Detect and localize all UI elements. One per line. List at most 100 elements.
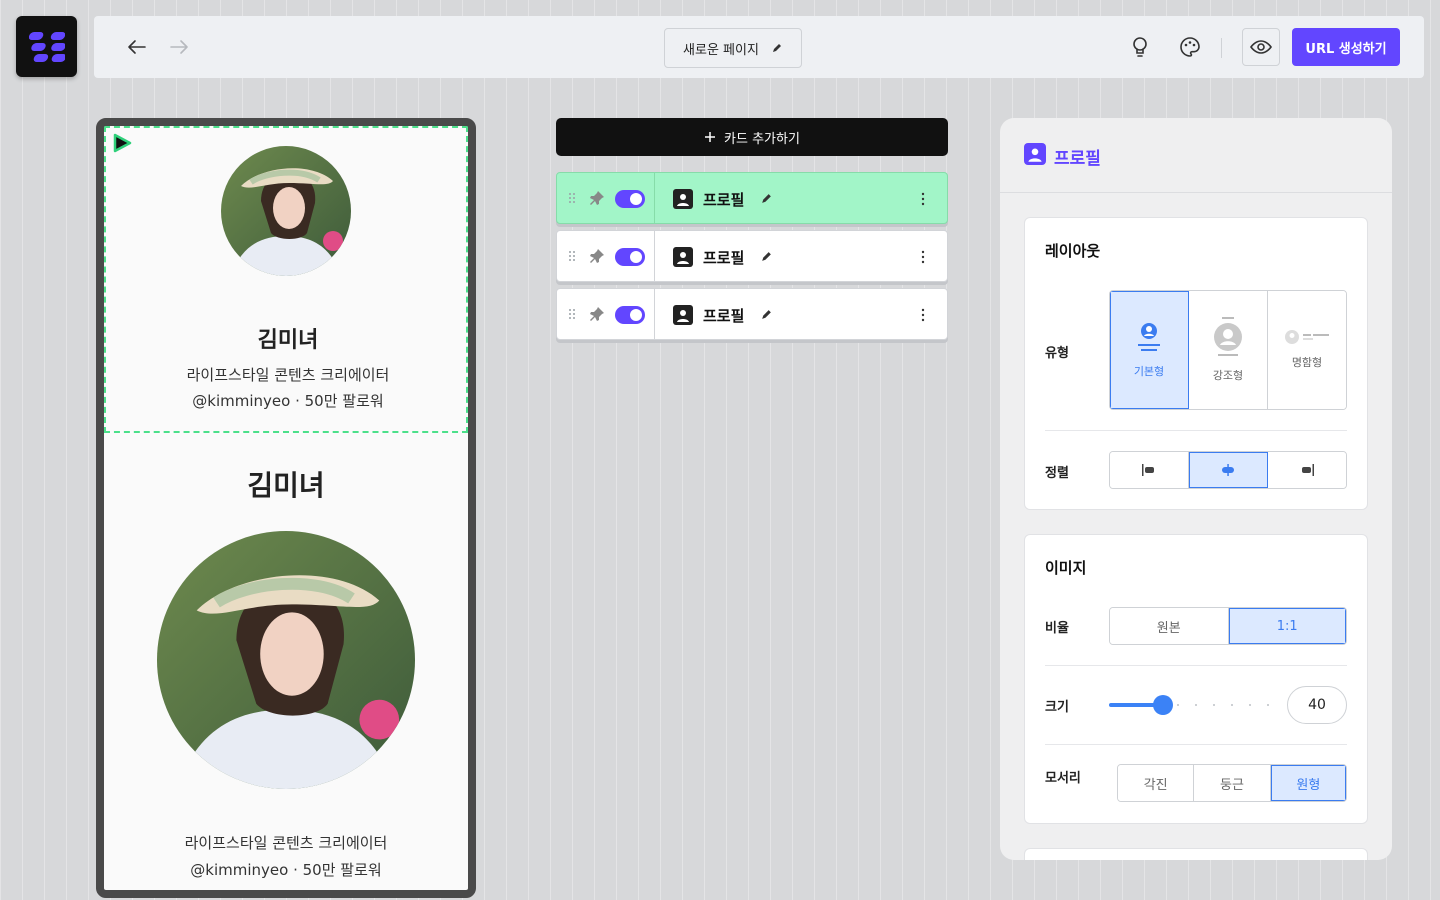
- slider-thumb[interactable]: [1153, 695, 1173, 715]
- app-logo[interactable]: [16, 16, 77, 77]
- align-right-button[interactable]: [1268, 452, 1346, 488]
- pencil-icon[interactable]: [760, 308, 773, 321]
- align-center-icon: [1222, 464, 1234, 476]
- lightbulb-button[interactable]: [1126, 33, 1154, 61]
- drag-handle-icon[interactable]: [568, 250, 576, 262]
- preview-button[interactable]: [1242, 28, 1280, 66]
- section-title: 레이아웃: [1045, 242, 1101, 260]
- emphasis-layout-icon: [1214, 317, 1242, 356]
- align-label: 정렬: [1045, 466, 1069, 481]
- drag-handle-icon[interactable]: [568, 192, 576, 204]
- eye-icon: [1250, 40, 1272, 54]
- ratio-option-original[interactable]: 원본: [1110, 608, 1229, 644]
- arrow-right-icon: [170, 40, 188, 54]
- size-value-input[interactable]: 40: [1287, 686, 1347, 724]
- corner-option-square[interactable]: 각진: [1118, 765, 1195, 801]
- palette-button[interactable]: [1176, 33, 1204, 61]
- preview-handle: @kimminyeo · 50만 팔로워: [190, 861, 382, 879]
- divider: [1045, 430, 1347, 431]
- visibility-toggle[interactable]: [615, 190, 645, 208]
- preview-profile-card-selected[interactable]: 김미녀 라이프스타일 콘텐츠 크리에이터 @kimminyeo · 50만 팔로…: [104, 126, 468, 433]
- profile-icon: [673, 189, 693, 209]
- card-item[interactable]: 프로필: [556, 230, 948, 282]
- pencil-icon[interactable]: [760, 250, 773, 263]
- card-item[interactable]: 프로필: [556, 172, 948, 224]
- profile-photo: [157, 531, 415, 789]
- add-card-button[interactable]: 카드 추가하기: [556, 118, 948, 156]
- profile-icon: [1024, 143, 1046, 165]
- layout-option-emphasis[interactable]: 강조형: [1189, 291, 1268, 409]
- image-section: 이미지 비율 원본 1:1 크기 40 모서리 각진 둥근 원형: [1024, 534, 1368, 824]
- size-slider[interactable]: [1109, 695, 1275, 715]
- preview-name: 김미녀: [257, 328, 319, 353]
- divider: [1045, 665, 1347, 666]
- card-controls: [557, 231, 655, 281]
- page-title: 새로운 페이지: [683, 42, 759, 58]
- corner-option-rounded[interactable]: 둥근: [1194, 765, 1271, 801]
- page-title-field[interactable]: 새로운 페이지: [664, 28, 802, 68]
- visibility-toggle[interactable]: [615, 248, 645, 266]
- corner-selector: 각진 둥근 원형: [1117, 764, 1347, 802]
- more-vertical-icon[interactable]: [917, 247, 929, 267]
- profile-icon: [673, 305, 693, 325]
- card-item[interactable]: 프로필: [556, 288, 948, 340]
- generate-url-button[interactable]: URL 생성하기: [1292, 28, 1400, 66]
- corner-option-circle[interactable]: 원형: [1270, 765, 1346, 801]
- logo-icon: [28, 31, 65, 62]
- size-label: 크기: [1045, 700, 1069, 715]
- plus-icon: [705, 132, 716, 142]
- pencil-icon: [772, 44, 781, 52]
- corner-label: 모서리: [1045, 771, 1081, 786]
- pencil-icon[interactable]: [760, 192, 773, 205]
- ratio-option-square[interactable]: 1:1: [1228, 608, 1346, 644]
- preview-name: 김미녀: [247, 469, 325, 502]
- panel-header: 프로필: [1000, 118, 1392, 193]
- drag-handle-icon[interactable]: [568, 308, 576, 320]
- align-center-button[interactable]: [1189, 452, 1268, 488]
- avatar: [221, 146, 351, 276]
- card-label: 프로필: [703, 249, 745, 267]
- avatar: [157, 531, 415, 789]
- visibility-toggle[interactable]: [615, 306, 645, 324]
- lightbulb-icon: [1133, 37, 1147, 57]
- card-controls: [557, 289, 655, 339]
- more-vertical-icon[interactable]: [917, 305, 929, 325]
- type-label: 유형: [1045, 346, 1069, 361]
- phone-preview: 김미녀 라이프스타일 콘텐츠 크리에이터 @kimminyeo · 50만 팔로…: [96, 118, 476, 898]
- layout-section: 레이아웃 유형 기본형 강조형 명함형 정렬: [1024, 217, 1368, 510]
- align-selector: [1109, 451, 1347, 489]
- preview-description: 라이프스타일 콘텐츠 크리에이터: [186, 366, 390, 384]
- panel-title: 프로필: [1054, 149, 1101, 169]
- profile-icon: [673, 247, 693, 267]
- section-title: 이미지: [1045, 559, 1087, 577]
- layout-option-basic[interactable]: 기본형: [1110, 291, 1189, 409]
- layout-type-selector: 기본형 강조형 명함형: [1109, 290, 1347, 410]
- align-left-button[interactable]: [1110, 452, 1189, 488]
- settings-panel: 프로필 레이아웃 유형 기본형 강조형 명함형 정렬 이미지 비율 원본 1:1…: [1000, 118, 1392, 860]
- layout-option-label: 기본형: [1133, 365, 1165, 378]
- pin-icon[interactable]: [589, 306, 605, 322]
- add-card-label: 카드 추가하기: [724, 131, 800, 147]
- preview-description: 라이프스타일 콘텐츠 크리에이터: [184, 834, 388, 852]
- ratio-label: 비율: [1045, 621, 1069, 636]
- preview-handle: @kimminyeo · 50만 팔로워: [192, 392, 384, 410]
- back-button[interactable]: [125, 35, 149, 59]
- card-controls: [557, 173, 655, 223]
- align-right-icon: [1302, 464, 1314, 476]
- forward-button[interactable]: [167, 35, 191, 59]
- palette-icon: [1180, 37, 1200, 57]
- basic-layout-icon: [1138, 323, 1160, 351]
- pin-icon[interactable]: [589, 248, 605, 264]
- more-vertical-icon[interactable]: [917, 189, 929, 209]
- slider-ticks: [1169, 704, 1275, 706]
- layout-option-label: 강조형: [1212, 369, 1244, 382]
- layout-option-label: 명함형: [1291, 356, 1323, 369]
- profile-photo: [221, 146, 351, 276]
- play-marker-icon: [113, 133, 132, 153]
- next-section: [1024, 848, 1368, 860]
- ratio-selector: 원본 1:1: [1109, 607, 1347, 645]
- arrow-left-icon: [128, 40, 146, 54]
- pin-icon[interactable]: [589, 190, 605, 206]
- layout-option-card[interactable]: 명함형: [1268, 291, 1346, 409]
- divider: [1045, 744, 1347, 745]
